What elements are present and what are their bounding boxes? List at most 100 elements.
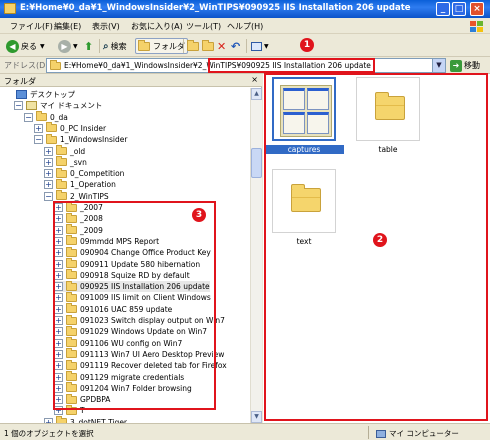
expand-icon[interactable]: +	[44, 146, 53, 156]
undo-button[interactable]: ↶	[231, 38, 240, 54]
delete-icon: ✕	[217, 39, 227, 53]
annotation-marker-1: 1	[300, 38, 314, 52]
folders-icon	[138, 39, 150, 51]
folder-icon	[36, 111, 47, 122]
scroll-thumb[interactable]	[251, 148, 262, 178]
folder-icon	[46, 122, 57, 133]
annotation-marker-3: 3	[192, 208, 206, 222]
folder-pane-header: フォルダ ×	[0, 74, 262, 87]
address-bar: アドレス(D) E:¥Home¥0_da¥1_WindowsInsider¥2_…	[0, 57, 490, 74]
tree-item-label: _svn	[70, 157, 87, 167]
address-dropdown-icon[interactable]: ▼	[432, 59, 445, 72]
tree-item[interactable]: + _old	[44, 145, 86, 157]
tree-item-label: 0_da	[50, 112, 68, 122]
menu-bar: ファイル(F) 編集(E) 表示(V) お気に入り(A) ツール(T) ヘルプ(…	[0, 18, 490, 34]
up-folder-icon: ⬆	[84, 39, 94, 53]
tree-item-label: _old	[70, 146, 86, 156]
menu-file[interactable]: ファイル(F)	[10, 21, 53, 32]
move-to-button[interactable]	[187, 38, 199, 54]
expand-icon[interactable]: +	[34, 123, 43, 133]
tree-item[interactable]: + _svn	[44, 156, 87, 168]
back-dropdown-icon[interactable]: ▼	[40, 43, 45, 50]
minimize-button[interactable]: _	[436, 2, 450, 16]
collapse-icon[interactable]: −	[34, 135, 43, 145]
expand-icon[interactable]: +	[44, 169, 53, 179]
forward-arrow-icon: ▶	[58, 39, 71, 53]
tree-item[interactable]: +0_PC Insider	[34, 122, 107, 134]
tree-item-label: デスクトップ	[30, 90, 75, 99]
folder-icon	[56, 178, 67, 189]
menu-tools[interactable]: ツール(T)	[186, 21, 221, 32]
go-label: 移動	[464, 61, 480, 70]
move-to-icon	[187, 39, 199, 51]
close-button[interactable]: ×	[470, 2, 484, 16]
toolbar: ◀ 戻る ▼ ▶ ▼ ⬆ ⌕ 検索 フォルダ ✕ ↶ ▼ 1	[0, 35, 490, 57]
tree-item[interactable]: − マイ ドキュメント	[14, 100, 102, 111]
folder-icon	[56, 167, 67, 178]
desktop-icon	[16, 90, 27, 99]
folders-label: フォルダ	[153, 41, 185, 51]
tree-item[interactable]: +0_Competition	[44, 167, 125, 179]
tree-highlight-box	[53, 201, 216, 410]
search-icon: ⌕	[103, 40, 109, 52]
folder-icon	[56, 190, 67, 201]
views-dropdown-icon: ▼	[264, 42, 269, 50]
search-label: 検索	[110, 41, 127, 51]
tree-item-label: マイ ドキュメント	[40, 101, 103, 111]
folder-icon	[56, 145, 67, 155]
address-highlight-box	[208, 58, 375, 73]
expand-icon[interactable]: +	[44, 157, 53, 167]
tree-item[interactable]: +1_Operation	[44, 178, 116, 190]
forward-button[interactable]: ▶ ▼	[58, 38, 78, 54]
folder-icon	[46, 133, 57, 144]
forward-dropdown-icon[interactable]: ▼	[73, 43, 78, 50]
go-arrow-icon: ➜	[450, 59, 462, 72]
go-button[interactable]: ➜ 移動	[450, 58, 480, 73]
views-icon	[251, 41, 262, 51]
tree-item-label: 0_PC Insider	[60, 123, 107, 133]
copy-to-button[interactable]	[202, 38, 214, 54]
annotation-marker-2: 2	[373, 233, 387, 247]
search-button[interactable]: ⌕ 検索	[103, 38, 127, 54]
delete-button[interactable]: ✕	[217, 38, 226, 54]
scroll-up-icon[interactable]: ▲	[251, 88, 262, 100]
tree-item[interactable]: − 1_WindowsInsider	[34, 133, 127, 145]
tree-item[interactable]: − 0_da	[24, 111, 68, 123]
back-button[interactable]: ◀ 戻る ▼	[6, 38, 45, 54]
scroll-down-icon[interactable]: ▼	[251, 411, 262, 423]
menu-favorites[interactable]: お気に入り(A)	[131, 21, 183, 32]
collapse-icon[interactable]: −	[44, 191, 53, 201]
window-title: E:¥Home¥0_da¥1_WindowsInsider¥2_WinTIPS¥…	[20, 3, 411, 13]
address-folder-icon	[50, 60, 61, 70]
folders-button[interactable]: フォルダ	[135, 38, 188, 54]
folder-pane-title: フォルダ	[4, 77, 36, 86]
title-bar: E:¥Home¥0_da¥1_WindowsInsider¥2_WinTIPS¥…	[0, 0, 490, 18]
menu-help[interactable]: ヘルプ(H)	[227, 21, 263, 32]
copy-to-icon	[202, 39, 214, 51]
tree-item-label: 1_Operation	[70, 180, 116, 190]
address-input[interactable]: E:¥Home¥0_da¥1_WindowsInsider¥2_WinTIPS¥…	[46, 58, 446, 73]
my-computer-icon	[376, 429, 386, 438]
windows-logo-icon	[470, 21, 484, 33]
collapse-icon[interactable]: −	[24, 112, 33, 122]
expand-icon[interactable]: +	[44, 180, 53, 190]
status-bar: 1 個のオブジェクトを選択 マイ コンピューター	[0, 423, 490, 440]
tree-item-label: 2_WinTIPS	[70, 191, 109, 201]
collapse-icon[interactable]: −	[14, 101, 23, 111]
undo-icon: ↶	[231, 39, 241, 53]
menu-view[interactable]: 表示(V)	[92, 21, 120, 32]
menu-edit[interactable]: 編集(E)	[54, 21, 81, 32]
folder-tree-scrollbar[interactable]: ▲ ▼	[250, 88, 262, 423]
content-highlight-box	[264, 73, 488, 421]
maximize-button[interactable]: □	[452, 2, 466, 16]
status-selection-text: 1 個のオブジェクトを選択	[4, 429, 94, 438]
tree-item-label: 0_Competition	[70, 169, 125, 179]
tree-item[interactable]: デスクトップ	[4, 89, 75, 100]
views-button[interactable]: ▼	[251, 38, 269, 54]
up-folder-button[interactable]: ⬆	[84, 38, 93, 54]
folder-window-icon	[4, 3, 16, 14]
back-label: 戻る	[21, 41, 37, 51]
folder-pane-close-button[interactable]: ×	[251, 75, 258, 84]
back-arrow-icon: ◀	[6, 39, 19, 53]
folder-icon	[56, 156, 67, 167]
